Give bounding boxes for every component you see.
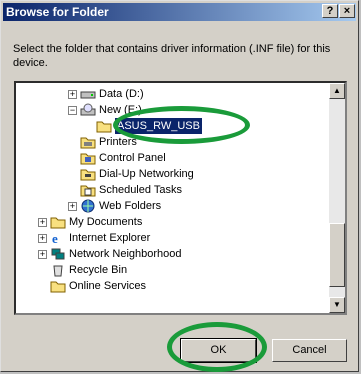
tree-item-label: Control Panel <box>99 152 166 164</box>
folder-tree[interactable]: + Data (D:) − New (E:) ASUS_RW_USB Print… <box>14 81 347 315</box>
tree-item-printers[interactable]: Printers <box>80 134 137 150</box>
tree-item-label: Data (D:) <box>99 88 144 100</box>
tree-item-data-d[interactable]: + Data (D:) <box>68 86 144 102</box>
recycle-icon <box>50 263 66 277</box>
dialup-icon <box>80 167 96 181</box>
expand-icon[interactable]: + <box>68 201 77 211</box>
control-panel-icon <box>80 151 96 165</box>
collapse-icon[interactable]: − <box>68 105 77 115</box>
tree-item-label: Online Services <box>69 280 147 292</box>
tree-item-web-folders[interactable]: + Web Folders <box>68 198 161 214</box>
expand-icon[interactable]: + <box>68 89 77 99</box>
network-icon <box>50 247 66 261</box>
tasks-icon <box>80 183 96 197</box>
tree-item-internet-explorer[interactable]: + e Internet Explorer <box>38 230 150 246</box>
tree-item-new-e[interactable]: − New (E:) <box>68 102 142 118</box>
svg-text:e: e <box>52 231 58 245</box>
tree-item-scheduled-tasks[interactable]: Scheduled Tasks <box>80 182 182 198</box>
scroll-down-icon[interactable]: ▼ <box>329 297 345 313</box>
tree-item-label: Dial-Up Networking <box>99 168 194 180</box>
documents-icon <box>50 215 66 229</box>
tree-item-network-neighborhood[interactable]: + Network Neighborhood <box>38 246 182 262</box>
instruction-text: Select the folder that contains driver i… <box>13 43 331 69</box>
cd-drive-icon <box>80 103 96 117</box>
close-button[interactable]: × <box>339 4 355 18</box>
scroll-thumb[interactable] <box>329 223 345 287</box>
help-button[interactable]: ? <box>322 4 338 18</box>
tree-item-label: Recycle Bin <box>69 264 128 276</box>
tree-item-label: Scheduled Tasks <box>99 184 182 196</box>
tree-item-online-services[interactable]: Online Services <box>50 278 146 294</box>
title-bar[interactable]: Browse for Folder ? × <box>3 3 356 21</box>
tree-item-label: Web Folders <box>99 200 162 212</box>
scroll-up-icon[interactable]: ▲ <box>329 83 345 99</box>
tree-item-asus-rw-usb[interactable]: ASUS_RW_USB <box>96 118 202 134</box>
vertical-scrollbar[interactable]: ▲ ▼ <box>329 83 345 313</box>
folder-icon <box>50 279 66 293</box>
tree-item-label: Network Neighborhood <box>69 248 182 260</box>
tree-item-control-panel[interactable]: Control Panel <box>80 150 166 166</box>
folder-icon <box>96 119 112 133</box>
web-folder-icon <box>80 199 96 213</box>
drive-icon <box>80 87 96 101</box>
tree-item-label: Internet Explorer <box>69 232 151 244</box>
tree-item-dialup-networking[interactable]: Dial-Up Networking <box>80 166 194 182</box>
ok-button[interactable]: OK <box>180 338 257 363</box>
tree-item-my-documents[interactable]: + My Documents <box>38 214 142 230</box>
tree-item-recycle-bin[interactable]: Recycle Bin <box>50 262 127 278</box>
tree-item-label: My Documents <box>69 216 143 228</box>
tree-item-label: Printers <box>99 136 137 148</box>
printer-icon <box>80 135 96 149</box>
window-title: Browse for Folder <box>6 5 109 19</box>
expand-icon[interactable]: + <box>38 217 47 227</box>
expand-icon[interactable]: + <box>38 249 47 259</box>
tree-item-label: ASUS_RW_USB <box>115 118 202 134</box>
browse-for-folder-dialog: Browse for Folder ? × Select the folder … <box>0 0 359 372</box>
expand-icon[interactable]: + <box>38 233 47 243</box>
ie-icon: e <box>50 231 66 246</box>
cancel-button[interactable]: Cancel <box>272 339 347 362</box>
tree-item-label: New (E:) <box>99 104 142 116</box>
